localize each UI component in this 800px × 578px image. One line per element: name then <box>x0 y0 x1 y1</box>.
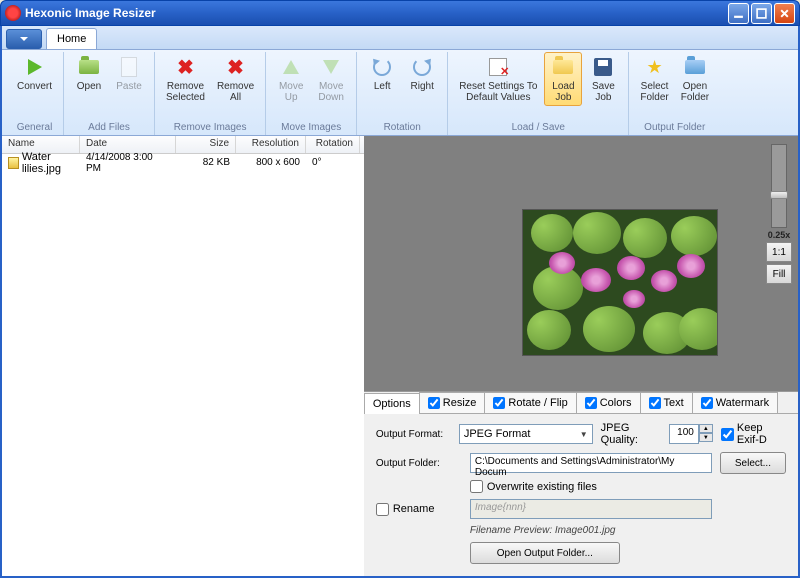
rotate-right-icon <box>410 55 434 79</box>
minimize-button[interactable] <box>728 3 749 24</box>
keep-exif-checkbox[interactable] <box>721 428 734 441</box>
remove-selected-button[interactable]: ✖ Remove Selected <box>161 52 210 106</box>
image-preview <box>522 209 718 356</box>
group-loadsave-label: Load / Save <box>512 120 565 135</box>
col-rotation[interactable]: Rotation <box>306 136 360 153</box>
close-button[interactable] <box>774 3 795 24</box>
group-rotation-label: Rotation <box>384 120 421 135</box>
tab-text[interactable]: Text <box>640 392 693 413</box>
tab-resize[interactable]: Resize <box>419 392 486 413</box>
group-moveimages-label: Move Images <box>281 120 341 135</box>
jpeg-quality-input[interactable]: 100 <box>669 424 699 444</box>
rename-pattern-input[interactable]: Image{nnn} <box>470 499 712 519</box>
filename-preview: Filename Preview: Image001.jpg <box>470 525 786 536</box>
folder-load-icon <box>551 55 575 79</box>
rotate-checkbox[interactable] <box>493 397 505 409</box>
folder-blue-icon <box>683 55 707 79</box>
overwrite-checkbox[interactable] <box>470 480 483 493</box>
app-menu-dropdown[interactable] <box>6 29 42 49</box>
group-outputfolder-label: Output Folder <box>644 120 705 135</box>
output-format-label: Output Format: <box>376 429 451 440</box>
col-resolution[interactable]: Resolution <box>236 136 306 153</box>
rotate-left-button[interactable]: Left <box>363 52 401 95</box>
cell-resolution: 800 x 600 <box>236 156 306 169</box>
tab-colors[interactable]: Colors <box>576 392 641 413</box>
output-folder-input[interactable]: C:\Documents and Settings\Administrator\… <box>470 453 712 473</box>
cell-name: Water lilies.jpg <box>2 150 80 176</box>
zoom-controls: 0.25x 1:1 Fill <box>764 144 794 284</box>
titlebar: Hexonic Image Resizer <box>0 0 800 26</box>
select-folder-btn[interactable]: Select... <box>720 452 786 474</box>
settings-tabs: Options Resize Rotate / Flip Colors Text… <box>364 391 798 576</box>
rotate-left-icon <box>370 55 394 79</box>
window-title: Hexonic Image Resizer <box>25 6 728 20</box>
load-job-button[interactable]: Load Job <box>544 52 582 106</box>
move-down-button[interactable]: Move Down <box>312 52 350 106</box>
paste-icon <box>117 55 141 79</box>
zoom-1to1-button[interactable]: 1:1 <box>766 242 792 262</box>
save-icon <box>591 55 615 79</box>
group-addfiles-label: Add Files <box>88 120 130 135</box>
jpeg-quality-label: JPEG Quality: <box>601 422 661 446</box>
star-folder-icon: ★ <box>643 55 667 79</box>
remove-all-button[interactable]: ✖ Remove All <box>212 52 259 106</box>
text-checkbox[interactable] <box>649 397 661 409</box>
rotate-right-button[interactable]: Right <box>403 52 441 95</box>
output-folder-label: Output Folder: <box>376 458 462 469</box>
spinner-down[interactable]: ▼ <box>699 433 713 442</box>
preview-panel: 0.25x 1:1 Fill Options Resize Rotate / F… <box>364 136 798 576</box>
x-icon: ✖ <box>173 55 197 79</box>
rename-checkbox[interactable] <box>376 503 389 516</box>
open-output-folder-btn[interactable]: Open Output Folder... <box>470 542 620 564</box>
zoom-fill-button[interactable]: Fill <box>766 264 792 284</box>
file-list-panel: Name Date Size Resolution Rotation Water… <box>2 136 364 576</box>
open-folder-button[interactable]: Open Folder <box>676 52 714 106</box>
tab-home[interactable]: Home <box>46 28 97 49</box>
cell-size: 82 KB <box>176 156 236 169</box>
reset-icon <box>486 55 510 79</box>
reset-settings-button[interactable]: Reset Settings To Default Values <box>454 52 542 106</box>
arrow-down-icon <box>319 55 343 79</box>
rename-label: Rename <box>393 503 435 515</box>
ribbon: Convert General Open Paste Add Files <box>2 50 798 136</box>
cell-rotation: 0° <box>306 156 360 169</box>
zoom-value: 0.25x <box>768 230 791 240</box>
convert-icon <box>23 55 47 79</box>
zoom-thumb[interactable] <box>770 191 788 199</box>
keep-exif-label: Keep Exif-D <box>737 422 786 446</box>
resize-checkbox[interactable] <box>428 397 440 409</box>
tab-rotate-flip[interactable]: Rotate / Flip <box>484 392 576 413</box>
menubar: Home <box>2 26 798 50</box>
arrow-up-icon <box>279 55 303 79</box>
convert-button[interactable]: Convert <box>12 52 57 95</box>
tab-options[interactable]: Options <box>364 393 420 414</box>
zoom-slider[interactable] <box>771 144 787 228</box>
select-folder-button[interactable]: ★ Select Folder <box>635 52 673 106</box>
spinner-up[interactable]: ▲ <box>699 424 713 433</box>
paste-button[interactable]: Paste <box>110 52 148 95</box>
group-removeimages-label: Remove Images <box>174 120 247 135</box>
cell-date: 4/14/2008 3:00 PM <box>80 151 176 175</box>
open-button[interactable]: Open <box>70 52 108 95</box>
output-format-select[interactable]: JPEG Format <box>459 424 593 444</box>
maximize-button[interactable] <box>751 3 772 24</box>
tab-watermark[interactable]: Watermark <box>692 392 778 413</box>
overwrite-label: Overwrite existing files <box>487 481 597 493</box>
colors-checkbox[interactable] <box>585 397 597 409</box>
x-icon: ✖ <box>224 55 248 79</box>
group-general-label: General <box>17 120 53 135</box>
folder-open-icon <box>77 55 101 79</box>
watermark-checkbox[interactable] <box>701 397 713 409</box>
list-item[interactable]: Water lilies.jpg 4/14/2008 3:00 PM 82 KB… <box>2 154 364 171</box>
move-up-button[interactable]: Move Up <box>272 52 310 106</box>
save-job-button[interactable]: Save Job <box>584 52 622 106</box>
app-icon <box>5 5 21 21</box>
col-size[interactable]: Size <box>176 136 236 153</box>
image-file-icon <box>8 157 19 169</box>
